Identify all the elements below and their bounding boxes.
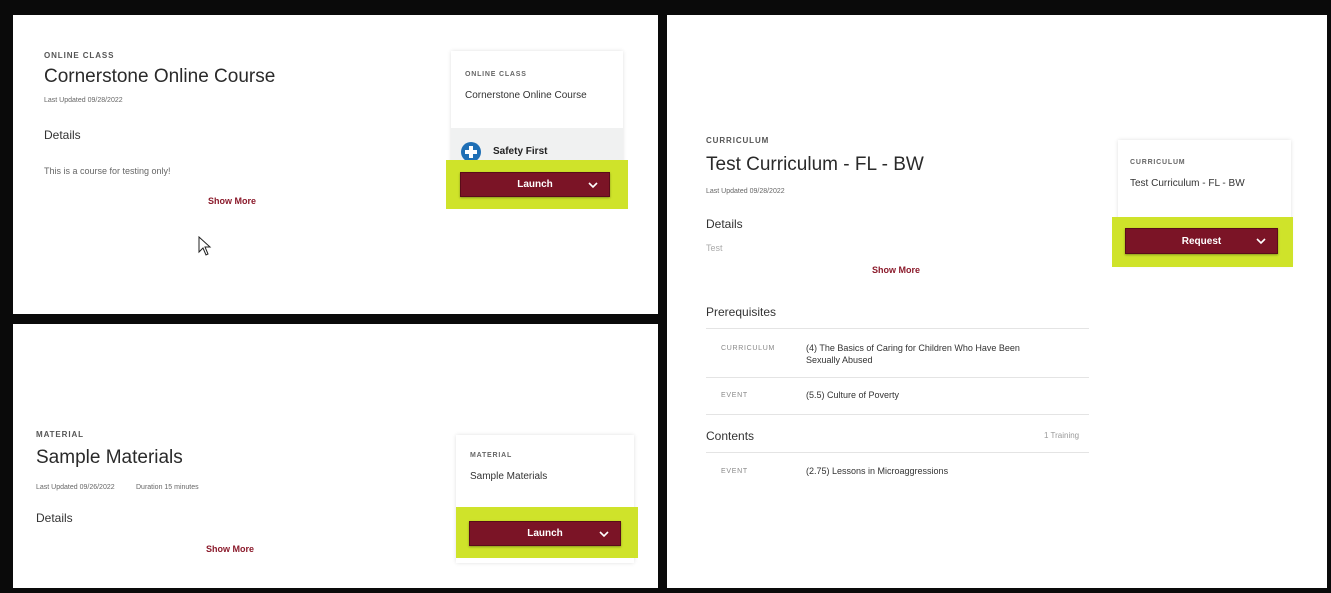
card-curriculum-name: Test Curriculum - FL - BW bbox=[1130, 178, 1245, 189]
chevron-down-icon bbox=[588, 181, 598, 188]
curriculum-kicker: CURRICULUM bbox=[706, 136, 770, 145]
launch-button[interactable]: Launch bbox=[469, 521, 621, 546]
card-course-name: Cornerstone Online Course bbox=[465, 90, 587, 101]
card-material-name: Sample Materials bbox=[470, 471, 548, 482]
divider bbox=[706, 414, 1089, 415]
card-kicker: CURRICULUM bbox=[1130, 159, 1186, 166]
chevron-down-icon bbox=[599, 530, 609, 537]
content-title[interactable]: (2.75) Lessons in Microaggressions bbox=[806, 465, 1046, 477]
prerequisites-heading: Prerequisites bbox=[706, 305, 777, 319]
content-type: EVENT bbox=[721, 468, 748, 475]
prereq-type: CURRICULUM bbox=[721, 345, 776, 352]
contents-heading: Contents bbox=[706, 429, 755, 443]
divider bbox=[706, 328, 1089, 329]
last-updated: Last Updated 09/28/2022 bbox=[44, 97, 123, 104]
course-description: This is a course for testing only! bbox=[44, 166, 171, 176]
card-kicker: ONLINE CLASS bbox=[465, 71, 527, 78]
prereq-type: EVENT bbox=[721, 392, 748, 399]
divider bbox=[706, 377, 1089, 378]
prereq-title[interactable]: (4) The Basics of Caring for Children Wh… bbox=[806, 342, 1046, 366]
page-title: Test Curriculum - FL - BW bbox=[706, 154, 924, 175]
launch-button-label: Launch bbox=[517, 179, 553, 190]
request-button[interactable]: Request bbox=[1125, 228, 1278, 254]
divider bbox=[706, 452, 1089, 453]
details-heading: Details bbox=[36, 511, 73, 525]
duration: Duration 15 minutes bbox=[136, 484, 199, 491]
online-class-panel: ONLINE CLASS Cornerstone Online Course L… bbox=[13, 15, 658, 314]
page-title: Cornerstone Online Course bbox=[44, 66, 276, 87]
launch-button-label: Launch bbox=[527, 528, 563, 539]
sub-item-title: Safety First bbox=[493, 146, 548, 157]
material-panel: MATERIAL Sample Materials Last Updated 0… bbox=[13, 324, 658, 588]
material-kicker: MATERIAL bbox=[36, 430, 84, 439]
mouse-cursor-icon bbox=[198, 235, 212, 261]
launch-button[interactable]: Launch bbox=[460, 172, 610, 197]
last-updated: Last Updated 09/28/2022 bbox=[706, 188, 785, 195]
show-more-link[interactable]: Show More bbox=[206, 544, 254, 554]
details-heading: Details bbox=[706, 217, 743, 231]
chevron-down-icon bbox=[1256, 238, 1266, 245]
page-title: Sample Materials bbox=[36, 447, 183, 468]
last-updated: Last Updated 09/26/2022 bbox=[36, 484, 115, 491]
request-button-label: Request bbox=[1181, 235, 1222, 247]
card-kicker: MATERIAL bbox=[470, 452, 513, 459]
online-class-kicker: ONLINE CLASS bbox=[44, 51, 115, 60]
details-heading: Details bbox=[44, 128, 81, 142]
show-more-link[interactable]: Show More bbox=[872, 265, 920, 275]
contents-count: 1 Training bbox=[1044, 431, 1080, 440]
show-more-link[interactable]: Show More bbox=[208, 196, 256, 206]
prereq-title[interactable]: (5.5) Culture of Poverty bbox=[806, 389, 1046, 401]
curriculum-description: Test bbox=[706, 243, 723, 253]
curriculum-panel: CURRICULUM Test Curriculum - FL - BW Las… bbox=[667, 15, 1327, 588]
